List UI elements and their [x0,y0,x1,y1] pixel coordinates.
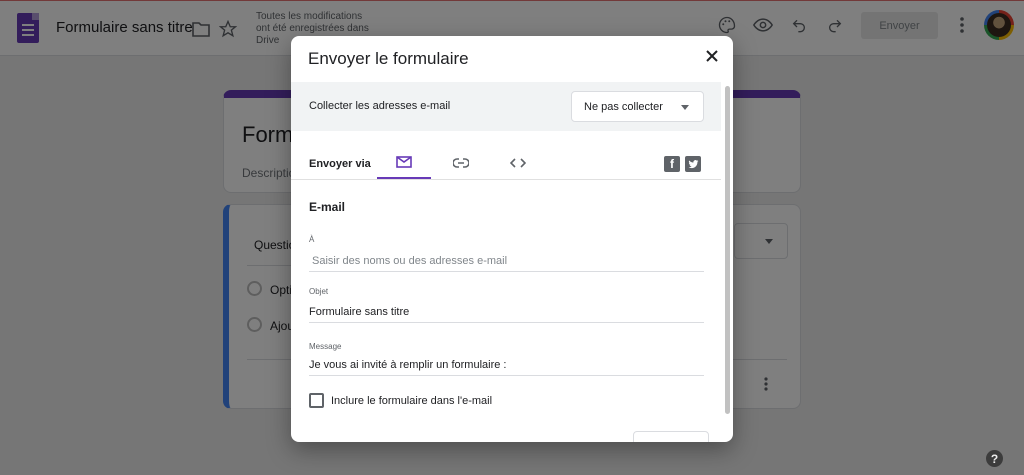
send-form-dialog: Envoyer le formulaire Collecter les adre… [291,36,733,442]
tab-embed[interactable] [491,148,545,180]
collect-emails-label: Collecter les adresses e-mail [309,100,451,112]
tab-email[interactable] [377,148,431,180]
divider [291,179,721,180]
collect-emails-select[interactable]: Ne pas collecter [571,91,704,122]
code-icon [509,155,527,173]
dialog-title: Envoyer le formulaire [308,49,469,68]
scrollbar[interactable] [725,86,730,414]
to-label: À [309,235,315,244]
subject-input[interactable] [309,301,704,323]
subject-label: Objet [309,287,329,296]
include-form-checkbox[interactable] [309,393,324,408]
message-input[interactable] [309,354,704,376]
twitter-icon[interactable] [685,156,701,172]
facebook-icon[interactable]: f [664,156,680,172]
include-form-label: Inclure le formulaire dans l'e-mail [331,395,493,407]
send-via-label: Envoyer via [309,158,371,170]
dialog-action-button[interactable] [633,431,709,442]
link-icon [452,155,470,173]
to-input[interactable] [309,250,704,272]
dropdown-arrow-icon [681,105,689,114]
help-icon[interactable]: ? [986,450,1003,467]
email-section-title: E-mail [309,200,346,214]
message-label: Message [309,342,342,351]
tab-link[interactable] [434,148,488,180]
mail-icon [396,155,412,173]
close-icon[interactable] [702,46,722,66]
collect-emails-row: Collecter les adresses e-mail Ne pas col… [291,82,721,131]
collect-emails-value: Ne pas collecter [584,101,663,113]
